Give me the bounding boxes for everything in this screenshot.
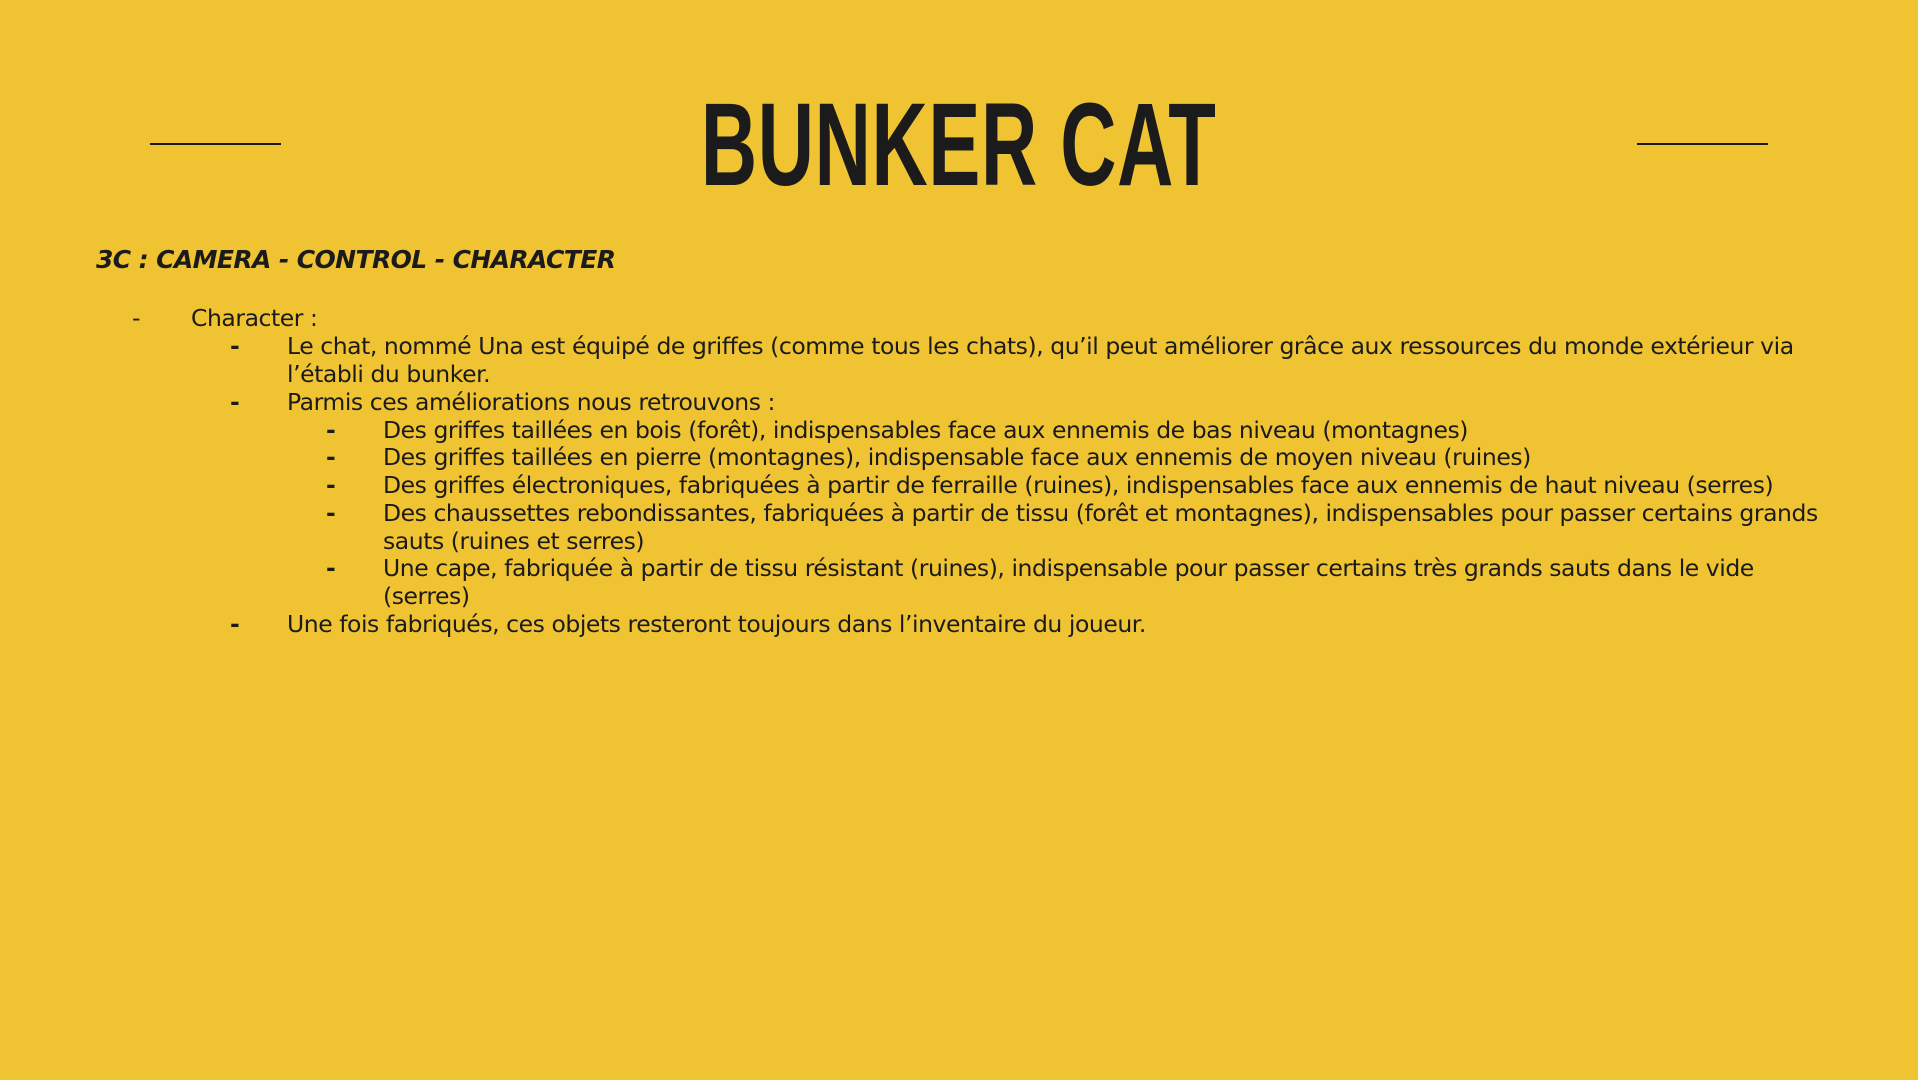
section-heading: 3C : CAMERA - CONTROL - CHARACTER	[96, 245, 616, 274]
bullet-dash: -	[326, 471, 336, 499]
list-item: Parmis ces améliorations nous retrouvons…	[287, 388, 775, 416]
bullet-dash: -	[230, 388, 240, 416]
slide: BUNKER CAT 3C : CAMERA - CONTROL - CHARA…	[0, 0, 1918, 1080]
page-title: BUNKER CAT	[701, 79, 1217, 211]
bullet-dash: -	[326, 443, 336, 471]
bullet-dash: -	[230, 332, 240, 360]
list-item-character: Character :	[191, 304, 318, 332]
list-item: Le chat, nommé Una est équipé de griffes…	[287, 332, 1794, 388]
bullet-dash: -	[230, 610, 240, 638]
bullet-dash: -	[132, 304, 141, 332]
list-item-upgrade: Des griffes taillées en bois (forêt), in…	[383, 416, 1469, 444]
decorative-rule-right	[1637, 143, 1768, 145]
list-item-upgrade: Des chaussettes rebondissantes, fabriqué…	[383, 499, 1818, 555]
list-item-upgrade: Une cape, fabriquée à partir de tissu ré…	[383, 554, 1754, 610]
bullet-dash: -	[326, 499, 336, 527]
list-item: Une fois fabriqués, ces objets resteront…	[287, 610, 1146, 638]
list-item-upgrade: Des griffes taillées en pierre (montagne…	[383, 443, 1531, 471]
bullet-dash: -	[326, 416, 336, 444]
list-item-upgrade: Des griffes électroniques, fabriquées à …	[383, 471, 1774, 499]
bullet-dash: -	[326, 554, 336, 582]
